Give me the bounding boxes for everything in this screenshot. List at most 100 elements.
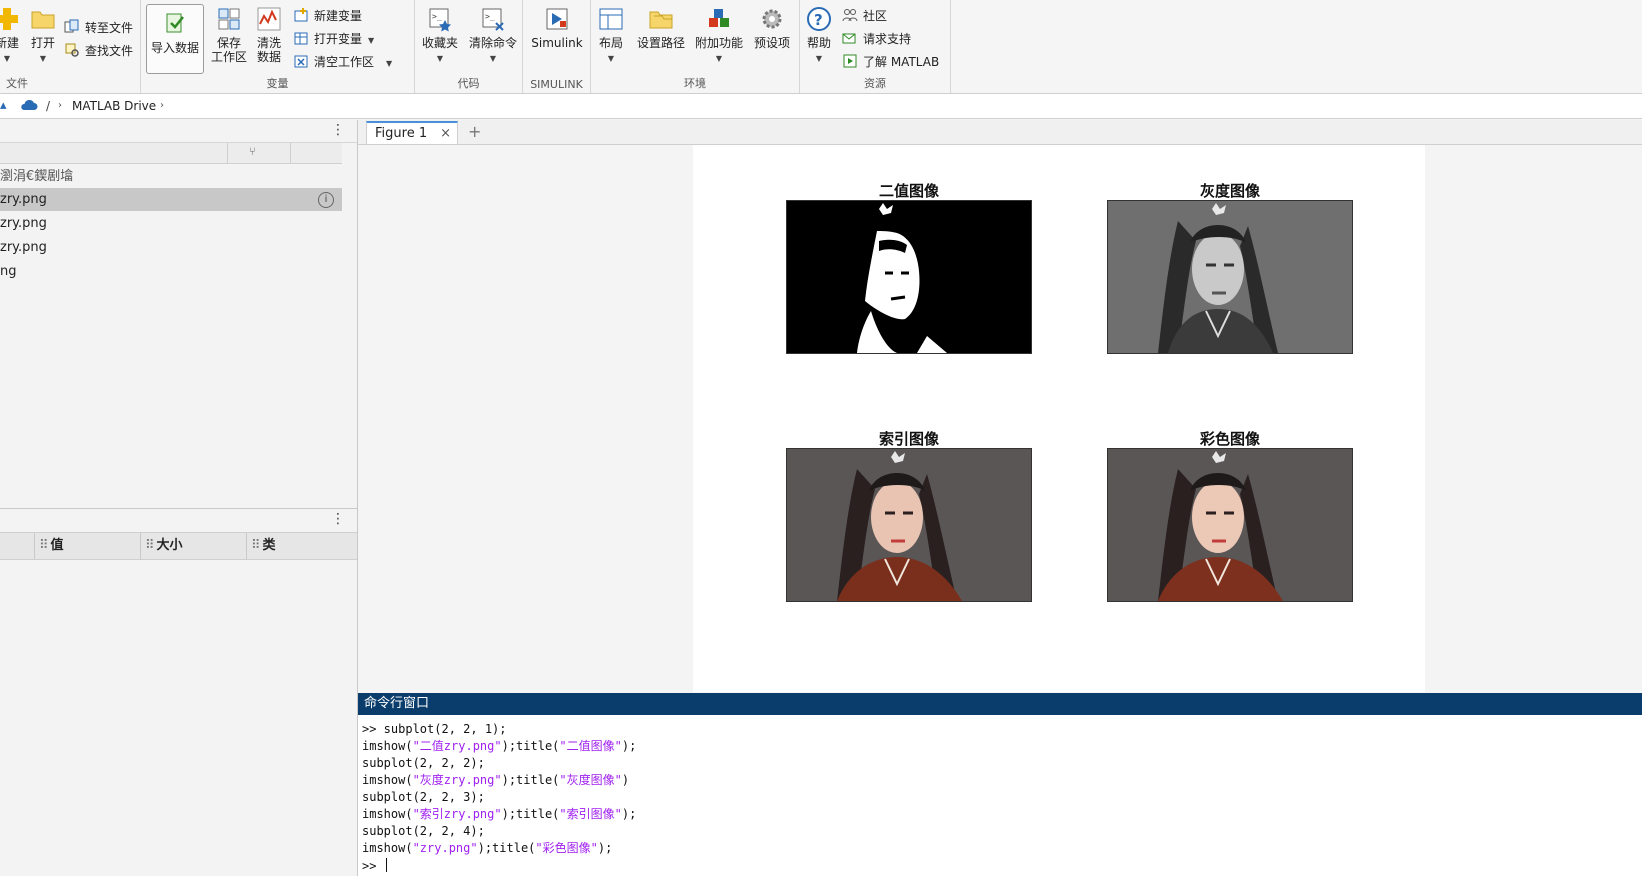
more-options-icon[interactable]: ⋮ (331, 122, 345, 138)
column-value[interactable]: ⠿ 值 (34, 533, 139, 559)
layout-icon (599, 8, 623, 30)
clear-workspace-icon (294, 55, 308, 68)
help-button[interactable]: ? 帮助 ▼ (804, 6, 834, 66)
code-text: >> subplot(2, 2, 1); (362, 722, 507, 736)
learn-label: 了解 MATLAB (863, 55, 940, 69)
layout-label: 布局 (598, 36, 623, 50)
grip-icon: ⠿ (39, 538, 49, 553)
clear-commands-button[interactable]: >_ 清除命令 ▼ (465, 6, 521, 66)
environment-section-label: 环境 (684, 77, 706, 90)
info-icon[interactable]: i (318, 192, 334, 208)
command-line: imshow("索引zry.png");title("索引图像"); (362, 806, 636, 823)
string-literal: "二值图像" (559, 739, 622, 753)
open-variable-button[interactable]: 打开变量 ▼ (293, 29, 374, 49)
add-tab-icon[interactable]: + (468, 120, 481, 144)
simulink-section-label: SIMULINK (530, 78, 583, 91)
save-workspace-icon (218, 8, 240, 30)
open-variable-icon (294, 32, 308, 45)
support-label: 请求支持 (863, 32, 912, 46)
files-panel-header: ⋮ (0, 120, 357, 143)
preferences-label: 预设项 (753, 36, 790, 50)
plus-icon (0, 8, 18, 30)
chevron-right-icon[interactable]: › (160, 94, 164, 118)
community-button[interactable]: 社区 (842, 6, 887, 26)
indexed-image (786, 448, 1032, 602)
code-text: ); (621, 807, 637, 821)
more-options-icon[interactable]: ⋮ (331, 511, 345, 527)
command-window[interactable]: >> subplot(2, 2, 1); imshow("二值zry.png");… (358, 715, 1642, 876)
set-path-button[interactable]: 设置路径 (633, 6, 689, 50)
chevron-down-icon: ▼ (607, 54, 615, 63)
simulink-icon (546, 8, 568, 30)
new-button[interactable]: 新建 ▼ (0, 6, 22, 66)
simulink-button[interactable]: Simulink (527, 6, 587, 50)
list-item[interactable]: zry.png (0, 212, 342, 235)
simulink-section: Simulink SIMULINK (523, 0, 591, 93)
new-variable-button[interactable]: 新建变量 (293, 6, 362, 26)
chevron-down-icon[interactable]: ▼ (368, 36, 374, 45)
binary-image (786, 200, 1032, 354)
column-class[interactable]: ⠿ 类 (246, 533, 351, 559)
git-branch-icon: ⑂ (249, 145, 256, 158)
text-cursor (385, 858, 387, 872)
figure-canvas: 二值图像 灰度图像 索引图像 彩色图像 (693, 145, 1425, 692)
grip-icon: ⠿ (145, 538, 155, 553)
new-label: 新建 (0, 36, 19, 50)
nav-up-icon[interactable]: ▴ (0, 94, 7, 118)
list-item[interactable]: ng (0, 260, 342, 283)
code-text: );title( (501, 807, 560, 821)
column-divider[interactable] (227, 143, 228, 163)
command-line: imshow("灰度zry.png");title("灰度图像") (362, 772, 629, 789)
resources-section: ? 帮助 ▼ 社区 请求支持 了解 MATLAB 资源 (800, 0, 951, 93)
addons-button[interactable]: 附加功能 ▼ (691, 6, 747, 66)
command-line: subplot(2, 2, 2); (362, 755, 485, 772)
breadcrumb-matlab-drive[interactable]: MATLAB Drive (72, 94, 156, 118)
column-size[interactable]: ⠿ 大小 (140, 533, 245, 559)
support-icon (842, 33, 856, 44)
file-section: 新建 ▼ 打开 ▼ 转至文件 查找文件 文件 (0, 0, 141, 93)
compare-button[interactable]: 转至文件 (64, 18, 133, 38)
chevron-down-icon: ▼ (715, 54, 723, 63)
workspace-panel-header: ⋮ (0, 508, 357, 531)
clean-data-button[interactable]: 清洗 数据 (254, 6, 284, 64)
close-icon[interactable]: × (440, 123, 451, 145)
string-literal: "zry.png" (412, 841, 478, 855)
layout-button[interactable]: 布局 ▼ (593, 6, 629, 66)
command-prompt-line[interactable]: >> (362, 858, 387, 875)
resources-section-label: 资源 (864, 77, 886, 90)
address-bar[interactable]: ▴ / › MATLAB Drive › (0, 94, 1642, 119)
learn-matlab-button[interactable]: 了解 MATLAB (842, 52, 939, 72)
find-files-button[interactable]: 查找文件 (64, 41, 133, 61)
import-data-button[interactable]: 导入数据 (146, 4, 204, 74)
import-label: 导入数据 (150, 41, 199, 55)
request-support-button[interactable]: 请求支持 (842, 29, 911, 49)
command-window-title: 命令行窗口 (358, 693, 1642, 715)
new-variable-icon (294, 8, 308, 22)
string-literal: "灰度图像" (559, 773, 622, 787)
open-label: 打开 (30, 36, 55, 50)
preferences-button[interactable]: 预设项 (751, 6, 793, 50)
open-button[interactable]: 打开 ▼ (28, 6, 58, 66)
folder-label[interactable]: 瀏涓€鍥剧墖 (0, 165, 342, 188)
column-divider[interactable] (290, 143, 291, 163)
list-item[interactable]: zry.png i (0, 188, 342, 211)
code-text: subplot(2, 2, 3); (362, 790, 485, 804)
color-image (1107, 448, 1353, 602)
chevron-down-icon[interactable]: ▼ (386, 59, 392, 68)
code-text: subplot(2, 2, 4); (362, 824, 485, 838)
help-label: 帮助 (806, 36, 831, 50)
workspace-column-header: ⠿ 值 ⠿ 大小 ⠿ 类 (0, 532, 357, 560)
code-text: ); (621, 739, 637, 753)
variable-section-label: 变量 (266, 77, 289, 90)
command-line: imshow("二值zry.png");title("二值图像"); (362, 738, 636, 755)
chevron-right-icon[interactable]: › (58, 94, 62, 118)
tab-label: Figure 1 (375, 126, 428, 141)
clear-workspace-button[interactable]: 清空工作区 ▼ (293, 52, 392, 72)
favorites-button[interactable]: >_ 收藏夹 ▼ (415, 6, 465, 66)
save-workspace-button[interactable]: 保存 工作区 (211, 6, 247, 64)
compare-icon (64, 19, 79, 33)
subplot-title: 索引图像 (878, 430, 939, 448)
string-literal: "灰度zry.png" (412, 773, 502, 787)
tab-figure-1[interactable]: Figure 1 × (366, 121, 458, 144)
list-item[interactable]: zry.png (0, 236, 342, 259)
